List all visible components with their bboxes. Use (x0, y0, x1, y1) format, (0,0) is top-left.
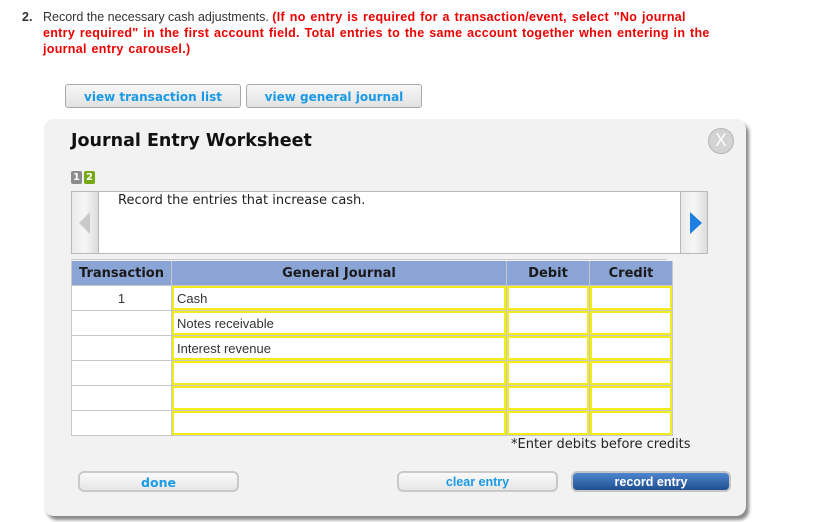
clear-entry-button[interactable]: clear entry (397, 471, 558, 492)
question-text: Record the necessary cash adjustments. (43, 10, 273, 24)
page-1-button[interactable]: 1 (71, 171, 82, 184)
debit-field[interactable] (507, 336, 589, 360)
table-row: Interest revenue (71, 336, 673, 361)
carousel-prev-button[interactable] (71, 191, 99, 254)
transaction-cell: 1 (71, 286, 172, 311)
credit-field[interactable] (590, 311, 672, 335)
page-2-button[interactable]: 2 (84, 171, 95, 184)
table-row (71, 361, 673, 386)
view-general-journal-button[interactable]: view general journal (246, 84, 422, 108)
table-header-row: Transaction General Journal Debit Credit (71, 261, 673, 286)
general-journal-table: Transaction General Journal Debit Credit… (71, 261, 673, 436)
column-header-transaction: Transaction (71, 261, 172, 286)
credit-field[interactable] (590, 336, 672, 360)
chevron-left-icon (79, 212, 90, 234)
question: 2. Record the necessary cash adjustments… (22, 9, 722, 57)
table-row: Notes receivable (71, 311, 673, 336)
debit-field[interactable] (507, 286, 589, 310)
credit-field[interactable] (590, 286, 672, 310)
table-row (71, 386, 673, 411)
credit-field[interactable] (590, 361, 672, 385)
journal-entry-worksheet-panel: Journal Entry Worksheet X 1 2 Record the… (44, 119, 746, 516)
transaction-cell (71, 386, 172, 411)
debit-field[interactable] (507, 386, 589, 410)
account-field[interactable] (172, 361, 506, 385)
question-body: Record the necessary cash adjustments. (… (43, 9, 722, 57)
transaction-cell (71, 311, 172, 336)
record-entry-button[interactable]: record entry (571, 471, 731, 492)
chevron-right-icon (690, 212, 702, 234)
transaction-cell (71, 361, 172, 386)
credit-field[interactable] (590, 411, 672, 435)
carousel-instruction-text: Record the entries that increase cash. (118, 193, 366, 208)
transaction-cell (71, 336, 172, 361)
debit-field[interactable] (507, 411, 589, 435)
done-button[interactable]: done (78, 471, 239, 492)
account-field[interactable] (172, 386, 506, 410)
account-field[interactable]: Cash (172, 286, 506, 310)
close-icon[interactable]: X (708, 128, 734, 154)
transaction-cell (71, 411, 172, 436)
carousel-next-button[interactable] (680, 191, 708, 254)
question-number: 2. (22, 10, 33, 24)
table-row: 1 Cash (71, 286, 673, 311)
table-row (71, 411, 673, 436)
account-field[interactable]: Notes receivable (172, 311, 506, 335)
column-header-credit: Credit (590, 261, 673, 286)
column-header-debit: Debit (507, 261, 590, 286)
divider (71, 259, 667, 260)
credit-field[interactable] (590, 386, 672, 410)
worksheet-title: Journal Entry Worksheet (71, 131, 312, 151)
entry-pager: 1 2 (71, 171, 95, 184)
column-header-general-journal: General Journal (172, 261, 507, 286)
account-field[interactable]: Interest revenue (172, 336, 506, 360)
debits-before-credits-note: *Enter debits before credits (511, 437, 691, 452)
debit-field[interactable] (507, 361, 589, 385)
debit-field[interactable] (507, 311, 589, 335)
view-transaction-list-button[interactable]: view transaction list (65, 84, 241, 108)
account-field[interactable] (172, 411, 506, 435)
